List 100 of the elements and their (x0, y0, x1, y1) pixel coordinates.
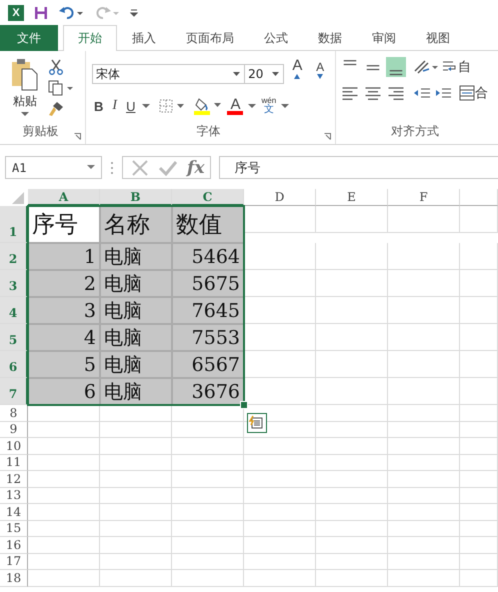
row-header[interactable]: 4 (0, 297, 28, 324)
table-cell (316, 324, 388, 351)
table-cell (100, 454, 172, 471)
column-header[interactable]: A (28, 189, 100, 206)
row-header[interactable]: 12 (0, 471, 28, 488)
quick-analysis-icon[interactable] (247, 413, 267, 433)
table-cell: 6567 (172, 351, 244, 378)
phonetic-button[interactable]: wén 文 (261, 97, 276, 115)
wrap-text-label[interactable]: 自 (458, 58, 471, 76)
table-cell: 3676 (172, 378, 244, 405)
column-header[interactable]: C (172, 189, 244, 206)
customize-caret-icon[interactable] (130, 8, 138, 18)
row-header[interactable]: 10 (0, 438, 28, 454)
table-cell (172, 438, 244, 454)
row-header[interactable]: 7 (0, 378, 28, 405)
fill-color-icon[interactable] (194, 97, 222, 115)
font-color-button[interactable]: A (227, 98, 244, 114)
table-cell (388, 351, 460, 378)
clipboard-icon (10, 57, 40, 91)
table-cell: 4 (28, 324, 100, 351)
orientation-icon[interactable] (413, 59, 439, 75)
ribbon-tab[interactable]: 数据 (303, 25, 357, 51)
caret-icon (233, 72, 240, 76)
ribbon-tab[interactable]: 文件 (0, 25, 58, 51)
table-cell (460, 454, 498, 471)
table-cell: 电脑 (100, 297, 172, 324)
row-header[interactable]: 8 (0, 405, 28, 422)
font-size-field[interactable]: 20 (244, 64, 284, 84)
column-header[interactable]: F (388, 189, 460, 206)
dialog-launcher-icon[interactable] (324, 133, 331, 140)
ribbon-tab[interactable]: 视图 (411, 25, 465, 51)
row-header[interactable]: 5 (0, 324, 28, 351)
column-header[interactable]: D (244, 189, 316, 206)
row-header[interactable]: 9 (0, 422, 28, 438)
table-cell (316, 297, 388, 324)
row-header[interactable]: 6 (0, 351, 28, 378)
ribbon-tab[interactable]: 审阅 (357, 25, 411, 51)
undo-icon[interactable] (58, 6, 84, 20)
row-header[interactable]: 11 (0, 454, 28, 471)
bold-button[interactable]: B (92, 98, 106, 114)
row-header[interactable]: 14 (0, 504, 28, 520)
group-label: 剪贴板 (22, 123, 58, 140)
caret-icon (21, 112, 29, 117)
caret-icon[interactable] (248, 104, 256, 108)
grow-font-button[interactable]: A (288, 57, 308, 91)
table-cell (316, 554, 388, 570)
row-header[interactable]: 16 (0, 537, 28, 554)
table-cell (460, 520, 498, 537)
ribbon-tab[interactable]: 公式 (249, 25, 303, 51)
table-cell (100, 520, 172, 537)
row-header[interactable]: 3 (0, 270, 28, 297)
merge-label[interactable]: 合 (475, 84, 488, 102)
scissors-icon[interactable] (48, 59, 64, 75)
italic-button[interactable]: I (110, 98, 120, 114)
column-header[interactable]: B (100, 189, 172, 206)
table-cell (244, 570, 316, 586)
row-header[interactable]: 17 (0, 554, 28, 570)
borders-icon[interactable] (159, 99, 186, 113)
table-cell (100, 570, 172, 586)
fill-handle[interactable] (240, 401, 248, 409)
caret-icon[interactable] (142, 104, 150, 108)
shrink-font-button[interactable]: A (311, 60, 330, 88)
row-header[interactable]: 18 (0, 570, 28, 586)
table-cell (100, 422, 172, 438)
row-header[interactable]: 1 (0, 206, 28, 243)
grip-icon (110, 160, 114, 174)
table-cell (388, 422, 460, 438)
table-cell (28, 454, 100, 471)
table-cell (460, 537, 498, 554)
merge-cells-icon[interactable] (459, 85, 475, 101)
row-header[interactable]: 13 (0, 488, 28, 504)
table-cell (244, 537, 316, 554)
table-cell (172, 537, 244, 554)
underline-button[interactable]: U (124, 98, 138, 114)
dialog-launcher-icon[interactable] (74, 133, 81, 140)
copy-icon[interactable] (48, 80, 74, 96)
caret-icon[interactable] (281, 104, 290, 108)
table-cell (388, 537, 460, 554)
paste-button[interactable]: 粘贴 (6, 57, 44, 117)
table-cell (172, 554, 244, 570)
table-cell (460, 351, 498, 378)
insert-function-button[interactable]: fx (187, 158, 204, 178)
column-header[interactable]: E (316, 189, 388, 206)
table-cell (28, 570, 100, 586)
ribbon-tab[interactable]: 插入 (117, 25, 171, 51)
formula-field[interactable]: 序号 (219, 156, 498, 179)
name-box[interactable]: A1 (5, 156, 102, 179)
ribbon-tab[interactable]: 页面布局 (171, 25, 249, 51)
format-painter-icon[interactable] (48, 101, 64, 117)
table-cell: 序号 (28, 206, 100, 243)
row-header[interactable]: 15 (0, 520, 28, 537)
ribbon-tab[interactable]: 开始 (63, 25, 117, 51)
table-cell (388, 324, 460, 351)
vertical-align-icon[interactable] (386, 57, 406, 77)
table-cell (316, 570, 388, 586)
row-header[interactable]: 2 (0, 243, 28, 270)
table-cell (172, 488, 244, 504)
table-cell (316, 378, 388, 405)
table-cell (316, 504, 388, 520)
font-name-field[interactable]: 宋体 (92, 64, 246, 84)
